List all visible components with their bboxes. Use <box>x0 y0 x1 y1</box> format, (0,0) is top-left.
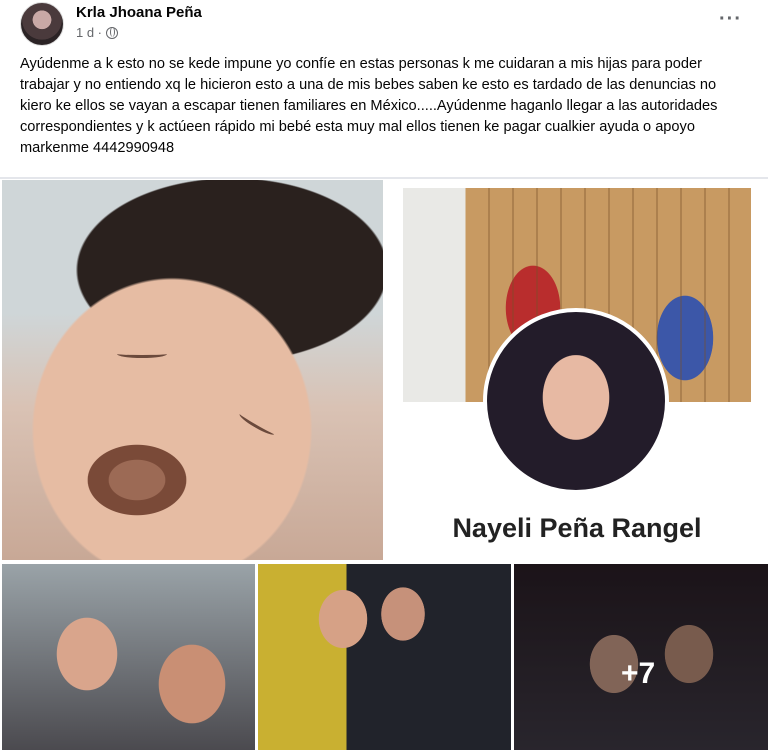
more-options-icon[interactable]: ··· <box>719 8 742 31</box>
post-text: Ayúdenme a k esto no se kede impune yo c… <box>20 56 718 156</box>
post-time[interactable]: 1 d · <box>76 25 102 40</box>
eye <box>117 350 167 358</box>
profile-card-name: Nayeli Peña Rangel <box>452 513 702 543</box>
divider <box>0 177 768 179</box>
post-header: Krla Jhoana Peña 1 d · ··· <box>0 0 768 52</box>
globe-icon <box>106 26 119 39</box>
author-name[interactable]: Krla Jhoana Peña <box>76 4 202 21</box>
profile-picture <box>483 308 669 494</box>
photo-child-injured[interactable] <box>2 180 383 560</box>
post-meta: 1 d · <box>76 25 119 40</box>
photo-gallery: Nayeli Peña Rangel +7 <box>0 180 768 750</box>
eye <box>237 410 277 438</box>
facebook-post: Krla Jhoana Peña 1 d · ··· Ayúdenme a k … <box>0 0 768 750</box>
photo-couple-night[interactable] <box>258 564 511 750</box>
photo-more[interactable]: +7 <box>514 564 768 750</box>
photo-profile-card[interactable]: Nayeli Peña Rangel <box>386 180 768 560</box>
more-photos-count[interactable]: +7 <box>621 657 655 691</box>
photo-couple-caps[interactable] <box>2 564 255 750</box>
author-avatar[interactable] <box>20 2 64 46</box>
